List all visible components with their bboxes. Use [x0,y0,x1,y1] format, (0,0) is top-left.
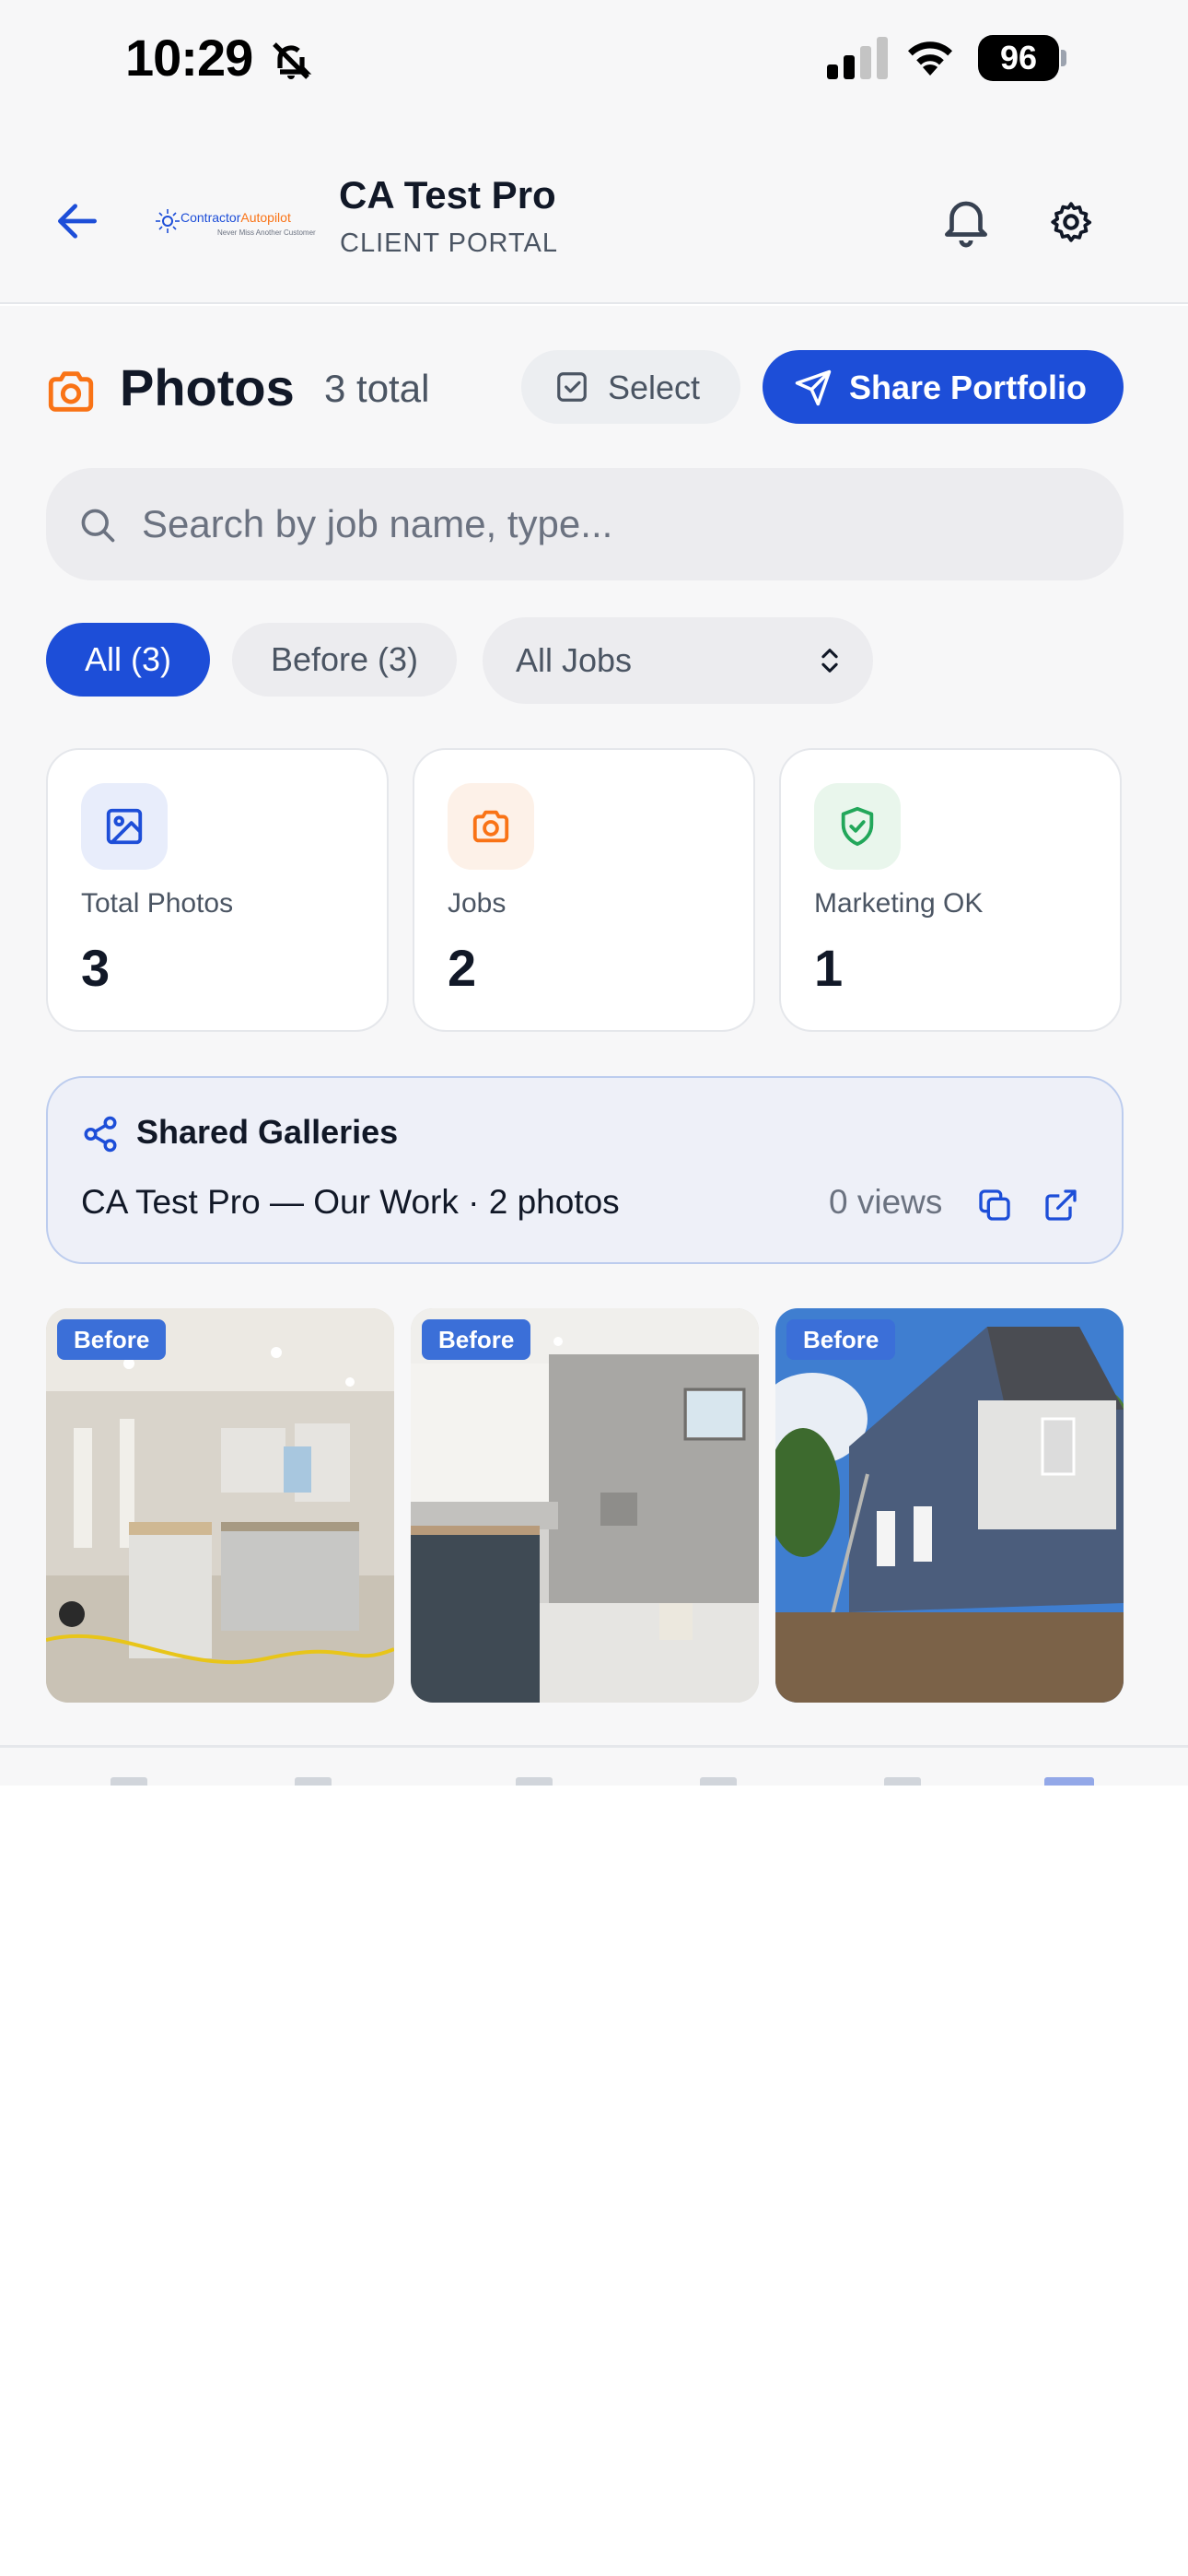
share-portfolio-label: Share Portfolio [849,369,1088,406]
shared-galleries-title: Shared Galleries [136,1113,399,1151]
settings-gear-icon[interactable] [1048,199,1094,245]
app-title: CA Test Pro [339,173,556,217]
photo-count: 3 total [324,367,430,410]
bottom-navigation [0,1745,1188,1786]
stat-card-jobs: Jobs 2 [413,748,755,1032]
stat-value: 1 [814,939,844,997]
share-portfolio-button[interactable]: Share Portfolio [763,350,1124,424]
filter-chip-before[interactable]: Before (3) [232,623,457,697]
kitchen-photo [46,1308,394,1703]
stat-card-marketing-ok: Marketing OK 1 [779,748,1122,1032]
camera-icon [48,371,94,412]
shared-galleries-card: Shared Galleries CA Test Pro — Our Work … [46,1076,1124,1264]
logo-tagline: Never Miss Another Customer [217,228,316,237]
shield-check-icon [841,806,874,847]
nav-item[interactable] [700,1777,737,1786]
filter-chip-all[interactable]: All (3) [46,623,210,697]
jobs-dropdown[interactable]: All Jobs [483,617,873,704]
cell-signal-icon [827,37,888,79]
stat-label: Jobs [448,888,507,919]
share-nodes-icon [84,1116,117,1153]
app-subtitle: CLIENT PORTAL [340,228,559,258]
stat-icon-bg [814,783,901,870]
logo-brand-b: Autopilot [240,210,291,225]
before-tag: Before [786,1319,896,1360]
back-arrow-icon[interactable] [52,195,103,247]
chevron-up-down-icon [821,649,838,673]
external-link-icon[interactable] [1042,1187,1079,1224]
page-title: Photos [120,358,295,416]
house-exterior-photo [775,1308,1124,1703]
send-icon [795,369,832,406]
photos-page: Photos 3 total Select Share Portfolio Al… [0,306,1188,1745]
gallery-views: 0 views [829,1183,943,1221]
bathroom-photo [411,1308,759,1703]
logo-sun-icon [156,209,180,233]
logo-brand-a: Contractor [181,210,241,225]
wifi-icon [908,41,952,76]
photo-tile-bathroom[interactable]: Before [411,1308,759,1703]
copy-link-icon[interactable] [976,1187,1013,1224]
battery-level: 96 [978,35,1059,81]
stat-card-total-photos: Total Photos 3 [46,748,389,1032]
search-icon [81,509,115,543]
photo-tile-kitchen[interactable]: Before [46,1308,394,1703]
nav-item[interactable] [295,1777,332,1786]
silent-mode-icon [273,42,312,79]
gallery-name[interactable]: CA Test Pro — Our Work · 2 photos [81,1183,620,1222]
nav-item-active[interactable] [1044,1777,1094,1786]
stat-value: 2 [448,939,477,997]
nav-item[interactable] [516,1777,553,1786]
stat-value: 3 [81,939,111,997]
company-logo: ContractorAutopilot Never Miss Another C… [153,203,316,245]
stat-label: Total Photos [81,888,234,919]
battery-indicator: 96 [978,35,1066,81]
search-input[interactable] [142,496,1090,553]
stat-icon-bg [81,783,168,870]
image-icon [106,808,143,845]
before-tag: Before [422,1319,531,1360]
jobs-dropdown-value: All Jobs [516,641,633,679]
status-bar: 10:29 96 [0,0,1188,118]
select-button-label: Select [608,369,701,406]
photo-tile-house[interactable]: Before [775,1308,1124,1703]
notifications-bell-icon[interactable] [938,192,995,249]
stat-icon-bg [448,783,534,870]
nav-item[interactable] [111,1777,147,1786]
camera-icon [472,810,509,843]
select-button[interactable]: Select [521,350,740,424]
app-header: ContractorAutopilot Never Miss Another C… [0,118,1188,304]
stat-label: Marketing OK [814,888,984,919]
before-tag: Before [57,1319,167,1360]
nav-item[interactable] [884,1777,921,1786]
search-bar [46,468,1124,580]
checkbox-icon [557,372,587,402]
status-time: 10:29 [125,29,253,87]
